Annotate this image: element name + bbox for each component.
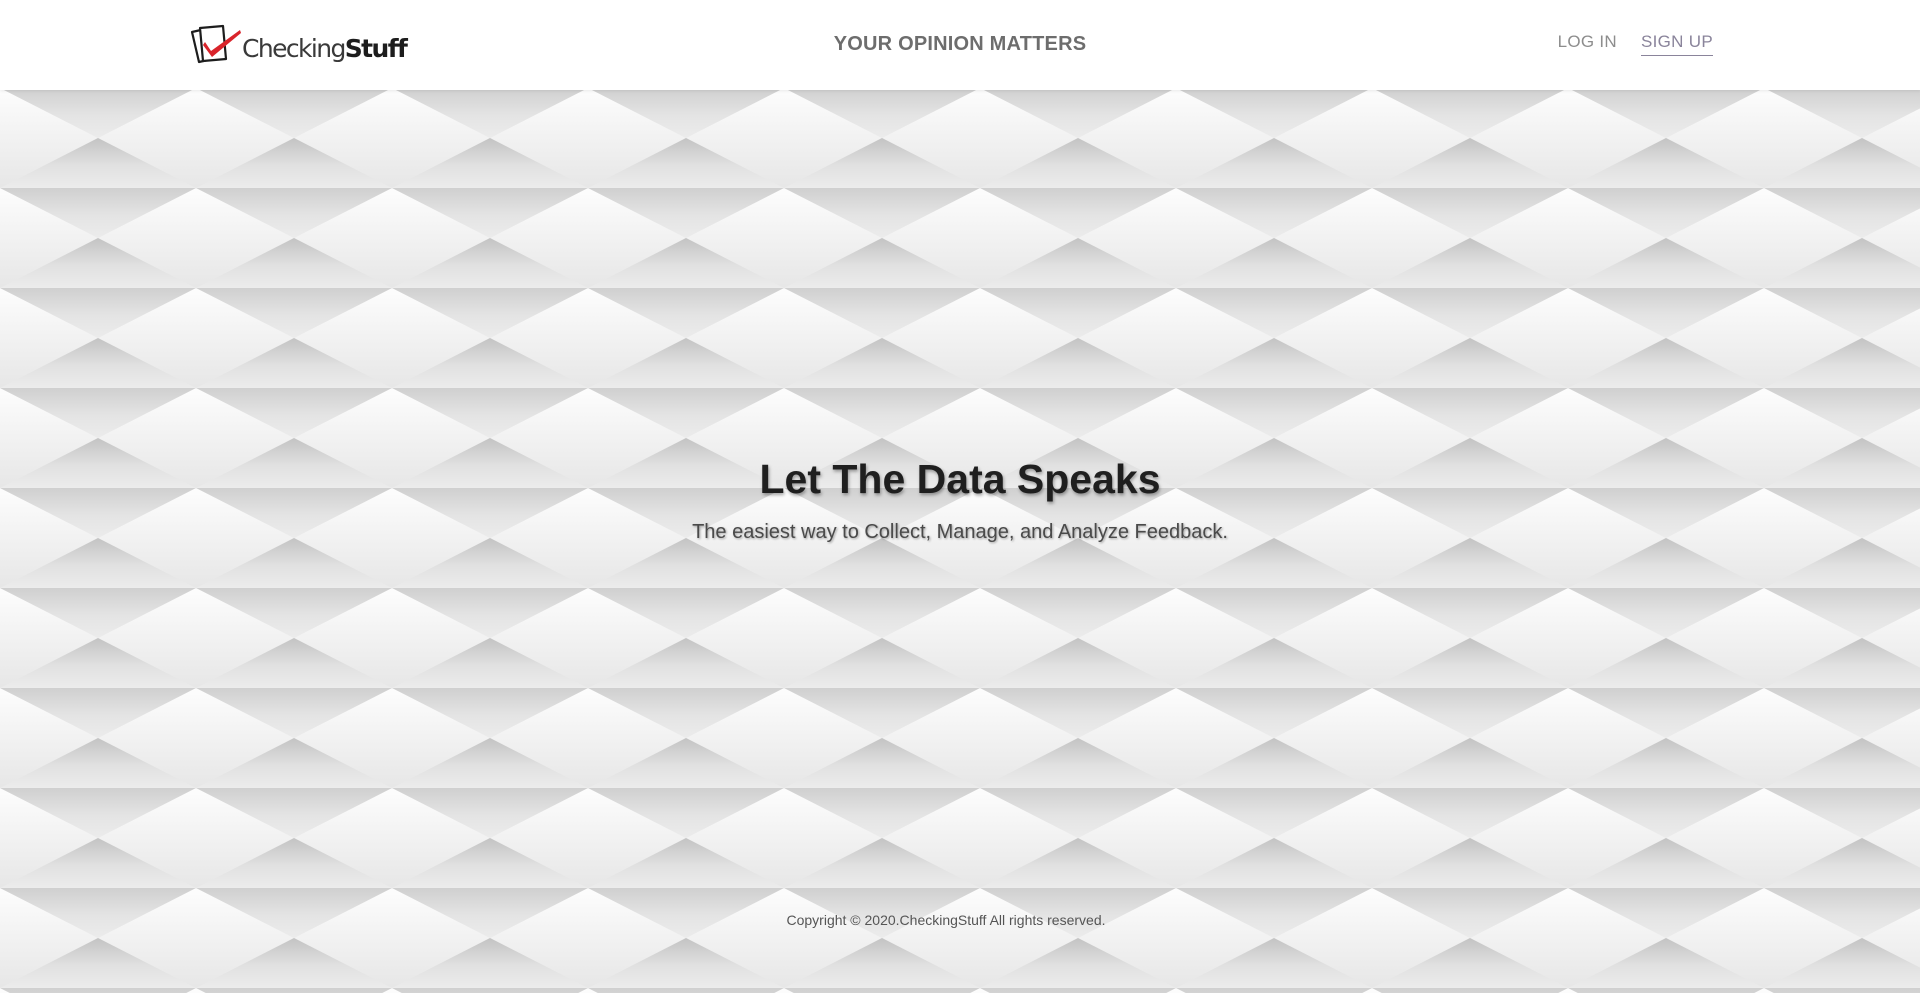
signup-link[interactable]: SIGN UP [1640,32,1713,56]
site-header: CheckingStuff YOUR OPINION MATTERS LOG I… [0,0,1920,90]
hero-subtitle: The easiest way to Collect, Manage, and … [692,521,1228,543]
copyright-text: Copyright © 2020.CheckingStuff All right… [786,912,1106,928]
login-link[interactable]: LOG IN [1558,32,1617,52]
site-tagline: YOUR OPINION MATTERS [833,33,1087,55]
hero-section: Let The Data Speaks The easiest way to C… [0,90,1920,993]
hero-title: Let The Data Speaks [759,456,1161,502]
